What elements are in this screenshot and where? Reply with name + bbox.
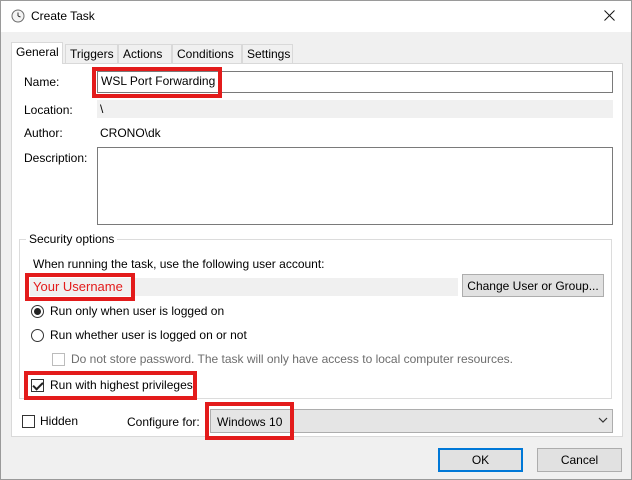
author-label: Author: bbox=[24, 126, 63, 140]
create-task-window: Create Task General Triggers Actions Con… bbox=[0, 0, 632, 480]
configure-for-select[interactable]: Windows 10 bbox=[210, 409, 613, 433]
general-panel: Name: WSL Port Forwarding Location: \ Au… bbox=[11, 63, 623, 440]
run-whether-label: Run whether user is logged on or not bbox=[50, 328, 247, 342]
ok-button[interactable]: OK bbox=[438, 448, 523, 472]
run-whether-radio[interactable] bbox=[31, 329, 44, 342]
name-input[interactable]: WSL Port Forwarding bbox=[97, 71, 613, 93]
account-prompt: When running the task, use the following… bbox=[33, 257, 325, 271]
tab-conditions[interactable]: Conditions bbox=[172, 44, 242, 63]
no-store-password-checkbox[interactable] bbox=[52, 353, 65, 366]
no-store-password-label: Do not store password. The task will onl… bbox=[71, 352, 513, 366]
clock-icon bbox=[11, 9, 25, 23]
author-value: CRONO\dk bbox=[100, 126, 161, 140]
configure-for-label: Configure for: bbox=[127, 415, 200, 429]
configure-for-value: Windows 10 bbox=[217, 415, 283, 429]
security-options-title: Security options bbox=[26, 232, 118, 246]
location-value: \ bbox=[97, 100, 613, 118]
hidden-checkbox[interactable] bbox=[22, 415, 35, 428]
close-button[interactable] bbox=[587, 1, 631, 32]
run-logged-on-label: Run only when user is logged on bbox=[50, 304, 225, 318]
run-logged-on-radio[interactable] bbox=[31, 305, 44, 318]
close-icon bbox=[603, 9, 615, 24]
user-account-value: Your Username bbox=[33, 279, 123, 294]
hidden-label: Hidden bbox=[40, 414, 79, 428]
tab-strip: General Triggers Actions Conditions Sett… bbox=[11, 42, 623, 64]
highest-privileges-label: Run with highest privileges bbox=[50, 378, 193, 392]
tab-settings[interactable]: Settings bbox=[242, 44, 293, 63]
tab-general[interactable]: General bbox=[11, 42, 63, 64]
change-user-button[interactable]: Change User or Group... bbox=[462, 274, 604, 297]
cancel-button[interactable]: Cancel bbox=[537, 448, 622, 472]
user-account-field: Your Username bbox=[30, 278, 458, 296]
description-input[interactable] bbox=[97, 147, 613, 225]
tab-triggers[interactable]: Triggers bbox=[65, 44, 118, 63]
chevron-down-icon bbox=[598, 414, 608, 424]
description-label: Description: bbox=[24, 151, 88, 165]
highest-privileges-checkbox[interactable] bbox=[31, 379, 44, 392]
tab-actions[interactable]: Actions bbox=[118, 44, 172, 63]
title-bar: Create Task bbox=[1, 1, 631, 32]
name-label: Name: bbox=[24, 75, 60, 89]
window-title: Create Task bbox=[31, 9, 95, 23]
location-label: Location: bbox=[24, 103, 73, 117]
